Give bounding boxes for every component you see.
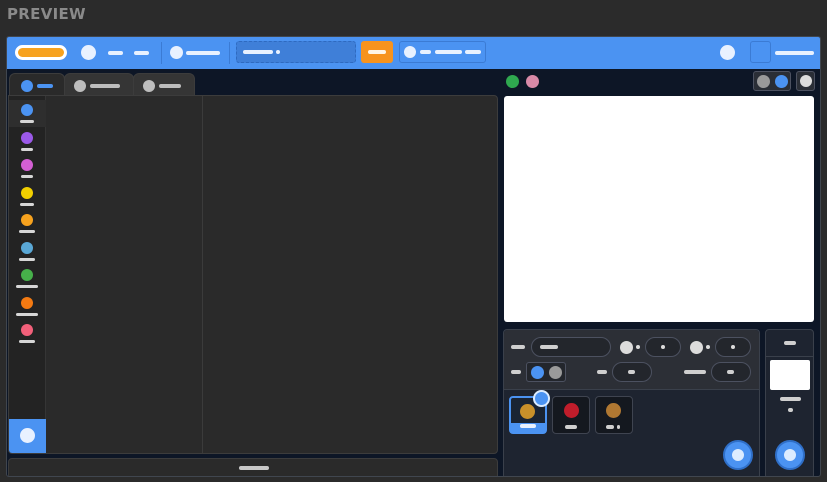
layer-color-icon (21, 214, 33, 226)
layer-color-icon (21, 241, 33, 254)
layer-label (20, 202, 34, 206)
toolbar-label (775, 51, 814, 55)
view-toggle-group[interactable] (753, 71, 791, 91)
layer-label (16, 312, 38, 316)
layer-item[interactable] (9, 265, 46, 292)
layer-sidebar (9, 96, 46, 453)
app-root: PREVIEW (0, 0, 827, 482)
toolbar-square-button[interactable] (750, 41, 771, 63)
toolbar-circle-icon[interactable] (81, 45, 96, 60)
control-fields (504, 330, 759, 390)
add-icon (20, 428, 35, 443)
layer-color-icon (21, 104, 33, 116)
color-swatch[interactable] (770, 360, 810, 390)
layer-item[interactable] (9, 100, 46, 127)
layer-color-icon (21, 296, 33, 309)
add-fab-button[interactable] (723, 440, 753, 470)
preview-heading: PREVIEW (7, 5, 86, 23)
toolbar-label (134, 51, 149, 55)
value-field[interactable] (711, 362, 751, 382)
layer-item[interactable] (9, 320, 46, 347)
layer-color-icon (21, 186, 33, 199)
layer-item[interactable] (9, 293, 46, 320)
brand-pill-button[interactable] (15, 45, 67, 60)
preview-canvas[interactable] (504, 96, 814, 322)
text-field[interactable] (531, 337, 611, 357)
app-window (6, 36, 821, 477)
view-gray-icon[interactable] (757, 75, 770, 88)
column-divider[interactable] (202, 96, 203, 453)
layer-item[interactable] (9, 155, 46, 182)
layer-label (19, 257, 35, 261)
toolbar-label (186, 51, 220, 55)
preset-card[interactable] (552, 396, 590, 434)
layer-item[interactable] (9, 183, 46, 210)
toolbar-label (108, 51, 123, 55)
layer-label (19, 230, 35, 233)
layer-label (21, 175, 33, 178)
value-field[interactable] (715, 337, 751, 357)
toolbar-circle-icon[interactable] (170, 46, 183, 59)
layer-color-icon (21, 324, 33, 336)
tab-2[interactable] (64, 73, 134, 97)
layer-color-icon (21, 159, 33, 171)
selected-badge-icon (533, 390, 550, 407)
layer-label (19, 340, 35, 343)
layer-item[interactable] (9, 128, 46, 155)
layer-item[interactable] (9, 238, 46, 265)
action-fab-button[interactable] (775, 440, 805, 470)
layer-color-icon (21, 131, 33, 144)
knob-icon[interactable] (690, 341, 703, 354)
toolbar-dropdown[interactable] (236, 41, 356, 63)
preset-card[interactable] (595, 396, 633, 434)
status-green-icon (506, 75, 519, 88)
editor-panel (8, 95, 498, 454)
status-pink-icon (526, 75, 539, 88)
toolbar-user-icon[interactable] (720, 45, 735, 60)
layer-item[interactable] (9, 210, 46, 237)
side-panel (765, 329, 814, 476)
layer-color-icon (21, 269, 33, 281)
add-layer-button[interactable] (9, 419, 46, 453)
mode-toggle[interactable] (526, 362, 566, 382)
value-field[interactable] (645, 337, 681, 357)
value-field[interactable] (612, 362, 652, 382)
top-toolbar (7, 37, 820, 69)
toolbar-orange-button[interactable] (361, 41, 393, 63)
view-blue-icon[interactable] (775, 75, 788, 88)
view-white-button[interactable] (796, 71, 815, 91)
scroll-handle[interactable] (239, 466, 269, 470)
tab-3[interactable] (133, 73, 195, 97)
layer-label (21, 147, 33, 151)
toolbar-group[interactable] (399, 41, 486, 63)
bottom-status-bar (8, 458, 498, 476)
layer-label (16, 285, 38, 288)
control-panel (503, 329, 760, 476)
knob-icon[interactable] (620, 341, 633, 354)
tab-1[interactable] (9, 73, 65, 97)
layer-label (20, 120, 34, 123)
